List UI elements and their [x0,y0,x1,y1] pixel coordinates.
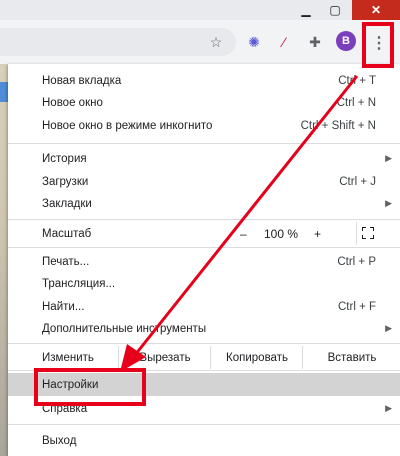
page-background [0,64,8,456]
menu-item-label: Найти... [42,300,85,313]
maximize-button[interactable]: ▢ [321,0,349,20]
kebab-highlight-box [362,22,394,68]
menu-item-edit: Изменить Вырезать Копировать Вставить [8,346,400,369]
menu-item-label: Новое окно в режиме инкогнито [42,119,213,132]
menu-item-incognito[interactable]: Новое окно в режиме инкогнито Ctrl + Shi… [8,114,400,137]
cut-button[interactable]: Вырезать [118,346,211,369]
minimize-button[interactable]: ▁ [292,0,320,20]
zoom-in-button[interactable]: + [314,227,321,241]
copy-button[interactable]: Копировать [210,346,303,369]
menu-item-downloads[interactable]: Загрузки Ctrl + J [8,170,400,193]
submenu-arrow-icon: ▶ [385,198,392,208]
menu-item-print[interactable]: Печать... Ctrl + P [8,250,400,273]
menu-item-label: Печать... [42,255,90,268]
menu-item-label: Изменить [42,351,94,364]
menu-item-label: Трансляция... [42,277,116,290]
bookmark-star-icon[interactable]: ☆ [206,32,226,52]
menu-item-zoom: Масштаб – 100 % + [8,222,400,245]
menu-item-label: Загрузки [42,175,89,188]
menu-divider [8,424,400,425]
menu-divider [8,143,400,144]
title-bar: ▁ ▢ ✕ [0,0,400,20]
menu-item-label: Выход [42,434,77,447]
paste-button[interactable]: Вставить [302,346,400,369]
menu-item-history[interactable]: История ▶ [8,147,400,170]
profile-avatar[interactable]: B [336,31,356,51]
menu-item-bookmarks[interactable]: Закладки ▶ [8,192,400,215]
submenu-arrow-icon: ▶ [385,153,392,163]
settings-highlight-box [34,368,146,406]
menu-divider [8,343,400,344]
zoom-out-button[interactable]: – [240,227,247,241]
menu-item-label: Дополнительные инструменты [42,322,207,335]
menu-item-cast[interactable]: Трансляция... [8,272,400,295]
menu-item-label: Закладки [42,197,92,210]
menu-item-shortcut: Ctrl + T [338,74,376,87]
submenu-arrow-icon: ▶ [385,323,392,333]
extension-sun-icon[interactable]: ✺ [244,32,264,52]
menu-item-label: История [42,152,87,165]
menu-item-label: Новое окно [42,96,103,109]
submenu-arrow-icon: ▶ [385,403,392,413]
extension-pen-icon[interactable]: ⁄ [274,32,294,52]
menu-item-shortcut: Ctrl + N [336,96,376,109]
address-bar[interactable] [0,28,236,56]
zoom-level-value: 100 % [264,226,299,241]
menu-item-shortcut: Ctrl + P [337,255,376,268]
menu-item-shortcut: Ctrl + F [337,300,376,313]
close-window-button[interactable]: ✕ [352,0,400,20]
page-background-link [0,82,8,102]
menu-item-shortcut: Ctrl + J [339,175,376,188]
menu-item-label: Масштаб [42,227,92,240]
menu-item-new-tab[interactable]: Новая вкладка Ctrl + T [8,69,400,92]
menu-divider [8,219,400,220]
menu-item-more-tools[interactable]: Дополнительные инструменты ▶ [8,317,400,340]
menu-item-label: Новая вкладка [42,74,122,87]
menu-item-find[interactable]: Найти... Ctrl + F [8,295,400,318]
menu-item-new-window[interactable]: Новое окно Ctrl + N [8,91,400,114]
extensions-puzzle-icon[interactable]: ✚ [305,32,325,52]
menu-item-exit[interactable]: Выход [8,429,400,452]
menu-divider [8,247,400,248]
fullscreen-icon[interactable] [361,226,375,240]
menu-item-shortcut: Ctrl + Shift + N [300,119,376,132]
browser-toolbar: ☆ ✺ ⁄ ✚ B ⋮ [0,20,400,65]
